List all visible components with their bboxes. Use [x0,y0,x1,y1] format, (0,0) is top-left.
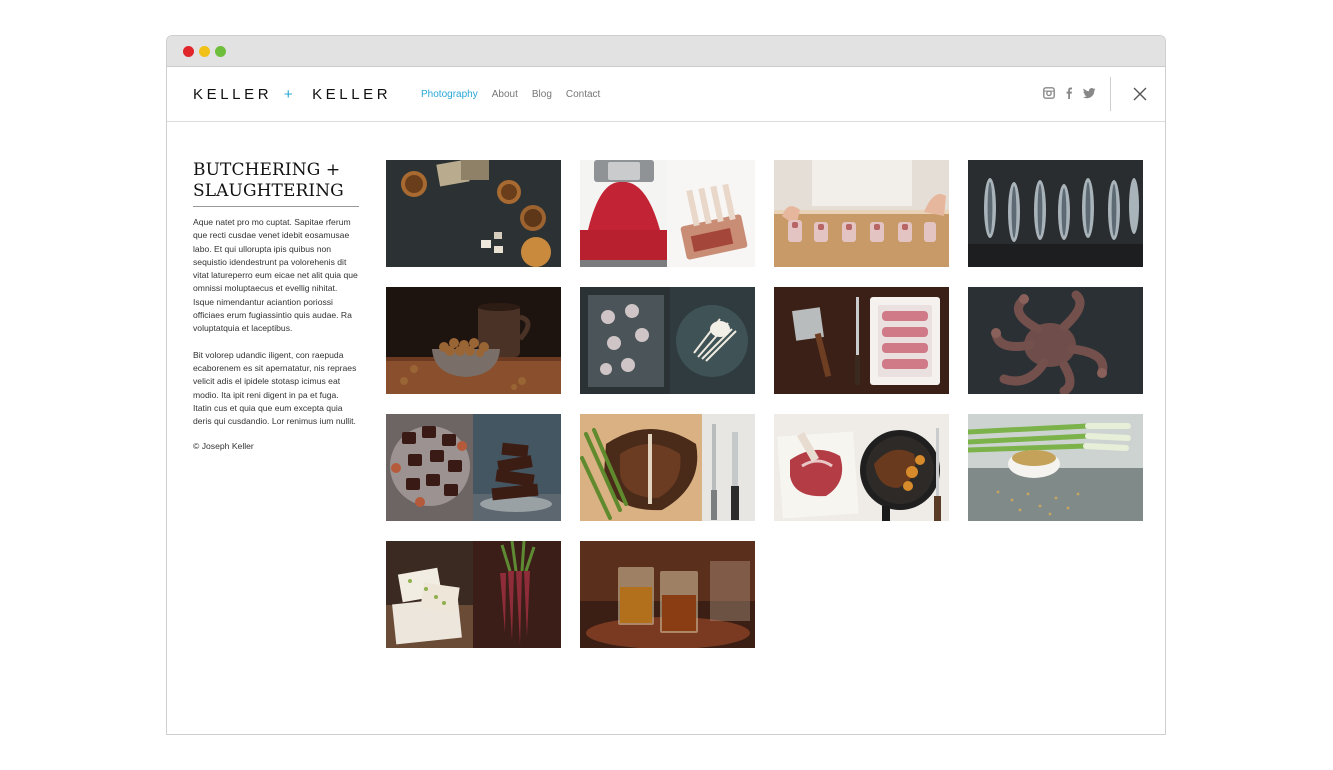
octopus-photo [968,287,1143,394]
logo-left: KELLER [193,86,273,103]
gallery-intro: BUTCHERING + SLAUGHTERING Aque natet pro… [193,160,359,451]
logo-plus: + [283,86,297,103]
intro-paragraph-2: Bit volorep udandic iligent, con raepuda… [193,349,357,427]
nougat-carrots-photo [386,541,561,648]
octopus-enoki-photo [580,287,755,394]
intro-paragraph-1: Aque natet pro mo cuptat. Sapitae rferum… [193,217,358,334]
chocolates-photo [386,414,561,521]
page-title: BUTCHERING + SLAUGHTERING [193,160,359,207]
photo-thumbnail[interactable] [774,414,949,521]
photo-thumbnail[interactable] [968,414,1143,521]
photo-thumbnail[interactable] [968,287,1143,394]
photo-thumbnail[interactable] [386,414,561,521]
sardines-photo [968,160,1143,267]
nav-item-photography[interactable]: Photography [421,89,478,100]
facebook-icon[interactable] [1063,86,1075,99]
photo-thumbnail[interactable] [774,287,949,394]
site-logo[interactable]: KELLER + KELLER [193,86,391,103]
main-nav: Photography About Blog Contact [421,89,600,100]
photo-grid [386,160,1143,648]
copyright: © Joseph Keller [193,441,254,452]
photo-thumbnail[interactable] [580,414,755,521]
photo-thumbnail[interactable] [580,541,755,648]
zoom-window-button[interactable] [215,45,226,57]
photo-thumbnail[interactable] [968,160,1143,267]
scallions-spices-photo [968,414,1143,521]
photo-thumbnail[interactable] [386,541,561,648]
header-divider [1110,77,1111,111]
logo-right: KELLER [312,86,392,103]
site-header: KELLER + KELLER Photography About Blog C… [167,67,1165,122]
photo-thumbnail[interactable] [580,287,755,394]
tea-cups-photo [386,160,561,267]
instagram-icon[interactable] [1043,86,1055,99]
whiskey-photo [580,541,755,648]
nav-item-about[interactable]: About [492,89,518,100]
nav-item-blog[interactable]: Blog [532,89,552,100]
meat-grinder-photo [580,160,755,267]
photo-thumbnail[interactable] [774,160,949,267]
butcher-photo [774,160,949,267]
close-icon[interactable] [1133,87,1147,101]
steak-pan-photo [774,414,949,521]
nav-item-contact[interactable]: Contact [566,89,600,100]
twitter-icon[interactable] [1083,86,1096,99]
hazelnuts-photo [386,287,561,394]
social-links [1043,86,1096,99]
t-bone-photo [580,414,755,521]
cleaver-ribs-photo [774,287,949,394]
browser-window: KELLER + KELLER Photography About Blog C… [166,35,1166,735]
browser-titlebar [167,36,1165,67]
close-window-button[interactable] [183,45,194,57]
minimize-window-button[interactable] [199,45,210,57]
photo-thumbnail[interactable] [580,160,755,267]
photo-thumbnail[interactable] [386,287,561,394]
photo-thumbnail[interactable] [386,160,561,267]
